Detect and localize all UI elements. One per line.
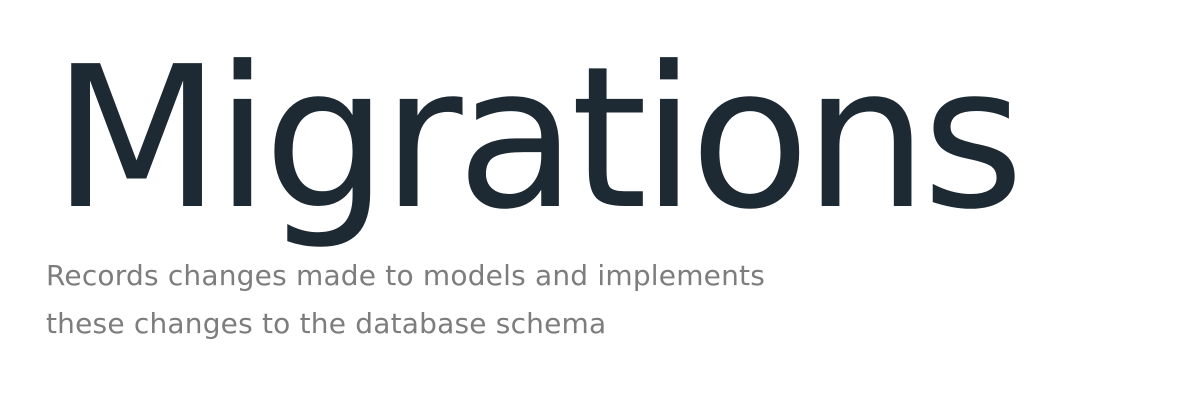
slide: Migrations Records changes made to model… [0, 0, 1201, 419]
slide-subtitle: Records changes made to models and imple… [46, 252, 866, 348]
subtitle-line-1: Records changes made to models and imple… [46, 259, 766, 292]
subtitle-line-2: these changes to the database schema [46, 307, 607, 340]
slide-title: Migrations [52, 25, 1024, 253]
